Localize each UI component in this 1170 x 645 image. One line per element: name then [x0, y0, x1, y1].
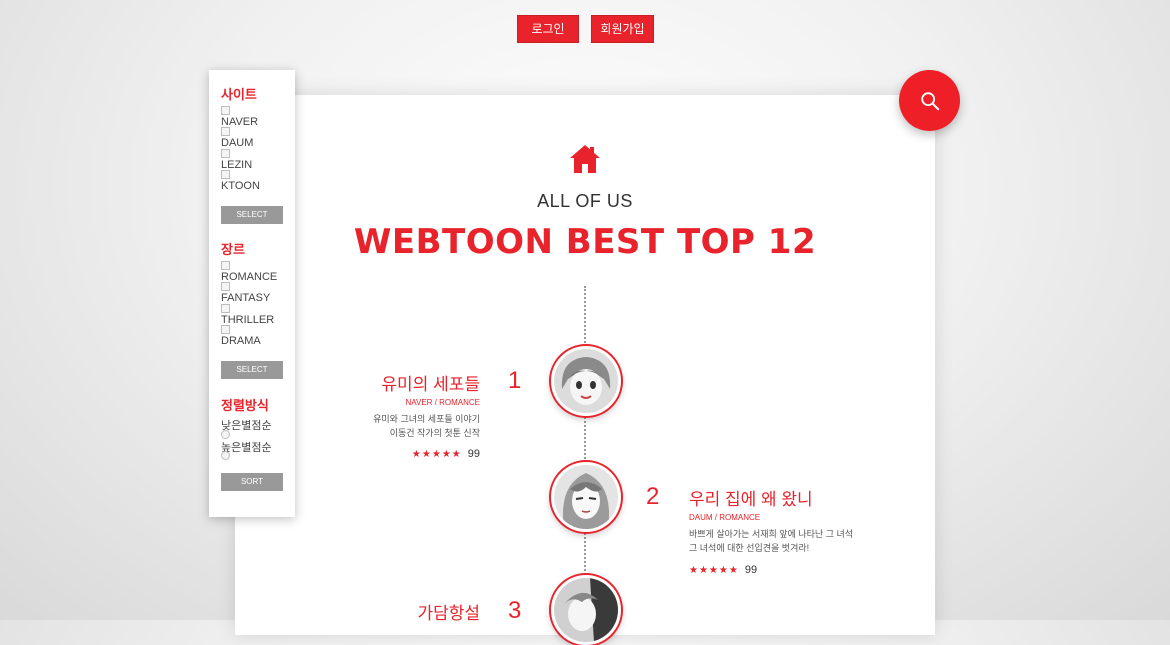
site-select-button[interactable]: SELECT — [221, 206, 283, 224]
page-subtitle: ALL OF US — [537, 191, 633, 211]
checkbox-label: KTOON — [221, 180, 260, 192]
radio-sort-high[interactable] — [221, 451, 230, 460]
webtoon-title[interactable]: 우리 집에 왜 왔니 — [689, 485, 813, 510]
webtoon-meta: DAUM / ROMANCE — [689, 513, 761, 522]
webtoon-rating: ★★★★★ 99 — [330, 448, 480, 460]
page-title: WEBTOON BEST TOP 12 — [353, 222, 817, 262]
webtoon-title[interactable]: 가담항설 — [330, 599, 480, 624]
webtoon-thumbnail-2[interactable] — [551, 462, 621, 532]
rank-number: 2 — [646, 483, 660, 510]
checkbox-fantasy[interactable] — [221, 282, 230, 291]
checkbox-romance[interactable] — [221, 261, 230, 270]
rating-stars: ★★★★★ — [689, 565, 739, 576]
sort-title: 정렬방식 — [221, 398, 269, 413]
home-icon[interactable] — [569, 143, 601, 175]
search-button[interactable] — [899, 70, 960, 131]
webtoon-meta: NAVER / ROMANCE — [405, 398, 480, 407]
checkbox-naver[interactable] — [221, 106, 230, 115]
webtoon-thumbnail-3[interactable] — [551, 575, 621, 645]
search-icon — [920, 91, 939, 110]
webtoon-description: 바쁘게 살아가는 서재희 앞에 나타난 그 녀석 그 녀석에 대한 선입견을 벗… — [689, 527, 889, 555]
login-button[interactable]: 로그인 — [517, 15, 579, 43]
filter-sidebar: 사이트 NAVER DAUM LEZIN KTOON SELECT 장르 ROM… — [209, 70, 295, 517]
genre-filter-title: 장르 — [221, 242, 245, 257]
checkbox-lezin[interactable] — [221, 149, 230, 158]
signup-button[interactable]: 회원가입 — [591, 15, 654, 43]
site-filter-title: 사이트 — [221, 87, 257, 102]
description-line: 이동건 작가의 첫툰 신작 — [389, 428, 480, 438]
checkbox-ktoon[interactable] — [221, 170, 230, 179]
description-line: 유미와 그녀의 세포들 이야기 — [373, 414, 480, 424]
radio-sort-low[interactable] — [221, 430, 230, 439]
webtoon-rating: ★★★★★ 99 — [689, 564, 757, 576]
checkbox-label: DAUM — [221, 137, 254, 149]
checkbox-drama[interactable] — [221, 325, 230, 334]
description-line: 바쁘게 살아가는 서재희 앞에 나타난 그 녀석 — [689, 529, 854, 539]
rank-number: 3 — [508, 597, 522, 624]
checkbox-daum[interactable] — [221, 127, 230, 136]
webtoon-title[interactable]: 유미의 세포들 — [330, 370, 480, 395]
checkbox-label: FANTASY — [221, 292, 271, 304]
sort-button[interactable]: SORT — [221, 473, 283, 491]
genre-select-button[interactable]: SELECT — [221, 361, 283, 379]
rating-score: 99 — [467, 448, 480, 460]
checkbox-label: DRAMA — [221, 335, 261, 347]
rating-stars: ★★★★★ — [411, 449, 462, 460]
rating-score: 99 — [744, 564, 758, 576]
webtoon-description: 유미와 그녀의 세포들 이야기 이동건 작가의 첫툰 신작 — [300, 412, 480, 440]
rank-number: 1 — [508, 367, 522, 394]
webtoon-thumbnail-1[interactable] — [551, 346, 621, 416]
checkbox-thriller[interactable] — [221, 304, 230, 313]
description-line: 그 녀석에 대한 선입견을 벗겨라! — [689, 543, 810, 553]
